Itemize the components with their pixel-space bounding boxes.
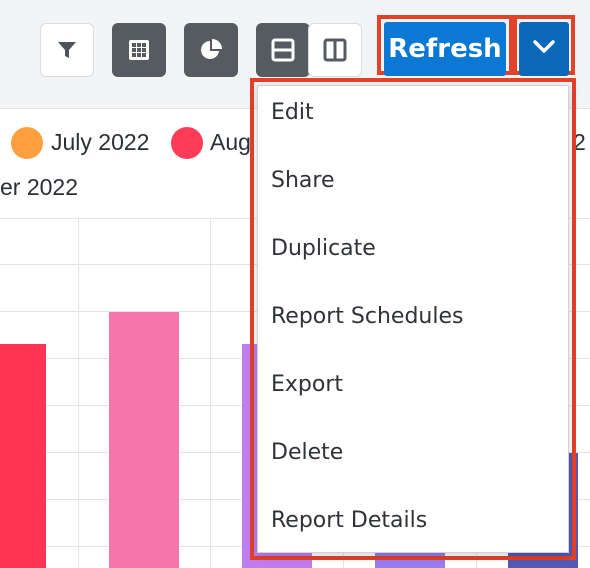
menu-item-export[interactable]: Export <box>258 354 568 414</box>
menu-item-edit[interactable]: Edit <box>258 82 568 142</box>
menu-item-share[interactable]: Share <box>258 150 568 210</box>
actions-dropdown-button[interactable] <box>519 22 569 76</box>
chart-bar[interactable] <box>109 312 179 568</box>
actions-dropdown-menu: Edit Share Duplicate Report Schedules Ex… <box>257 85 569 553</box>
legend-swatch-aug <box>171 127 203 159</box>
menu-item-report-details[interactable]: Report Details <box>258 490 568 550</box>
refresh-button[interactable]: Refresh <box>384 22 506 76</box>
legend-label-july-2022: July 2022 <box>51 129 150 155</box>
grid-line <box>210 218 211 568</box>
horizontal-layout-button[interactable] <box>256 23 310 77</box>
pie-chart-icon <box>199 38 223 62</box>
split-horizontal-icon <box>271 38 295 62</box>
chart-view-button[interactable] <box>184 23 238 77</box>
chart-bar[interactable] <box>0 344 46 568</box>
menu-item-duplicate[interactable]: Duplicate <box>258 218 568 278</box>
vertical-layout-button[interactable] <box>308 23 362 77</box>
legend-swatch-july-2022 <box>11 127 43 159</box>
split-vertical-icon <box>323 38 347 62</box>
grid-line <box>78 218 79 568</box>
legend-label-aug: Aug <box>210 129 251 155</box>
menu-item-delete[interactable]: Delete <box>258 422 568 482</box>
grid-icon <box>128 39 150 61</box>
filter-icon <box>57 40 77 60</box>
filter-button[interactable] <box>40 23 94 77</box>
legend-label-partial-2022: er 2022 <box>0 174 79 200</box>
chevron-down-icon <box>533 39 555 59</box>
table-view-button[interactable] <box>112 23 166 77</box>
menu-item-report-schedules[interactable]: Report Schedules <box>258 286 568 346</box>
